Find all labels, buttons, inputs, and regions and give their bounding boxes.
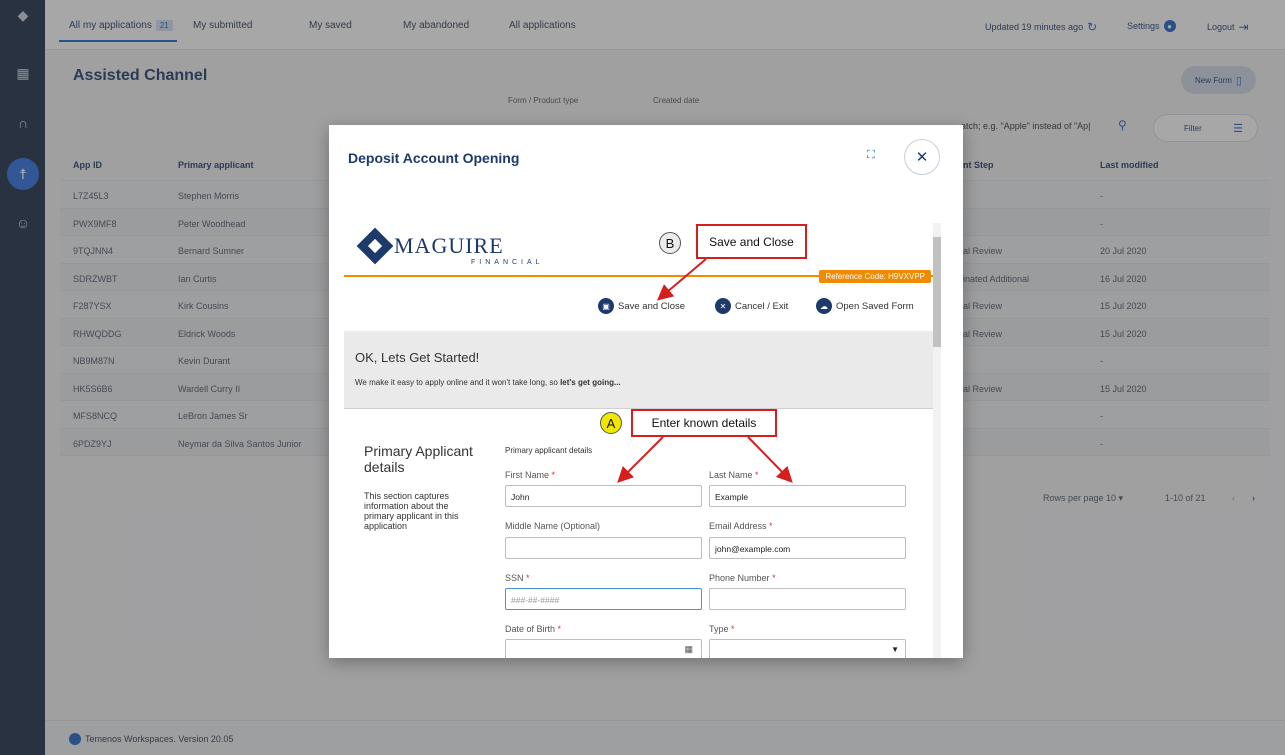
- arrow-b: [656, 258, 707, 301]
- annotation-arrows: [617, 258, 793, 483]
- arrow-a-left: [617, 436, 664, 483]
- arrow-a-right: [747, 436, 793, 483]
